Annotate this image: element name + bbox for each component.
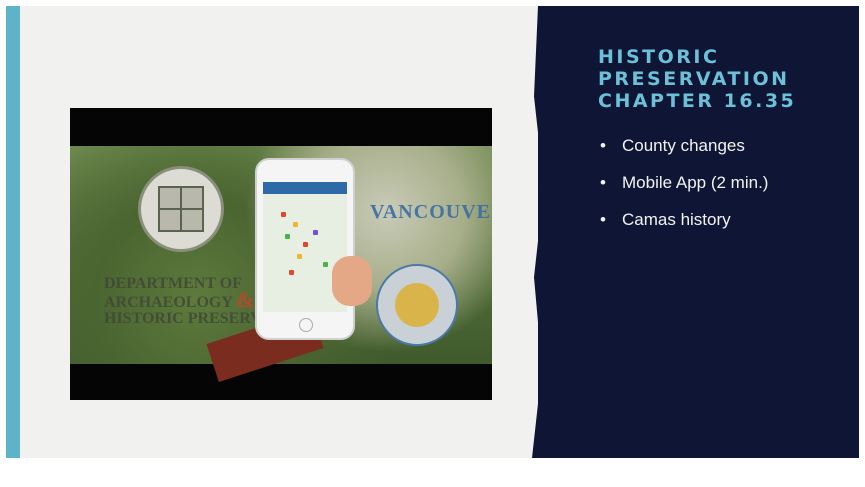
accent-bar <box>6 6 20 458</box>
slide: DEPARTMENT OF ARCHAEOLOGY & HISTORIC PRE… <box>6 6 859 458</box>
phone-graphic <box>255 158 355 340</box>
historic-commission-seal <box>138 166 224 252</box>
bullet-list: County changes Mobile App (2 min.) Camas… <box>598 136 768 247</box>
video-frame: DEPARTMENT OF ARCHAEOLOGY & HISTORIC PRE… <box>70 146 492 383</box>
bullet-item: Mobile App (2 min.) <box>598 173 768 193</box>
hand-graphic <box>332 256 372 306</box>
content-panel: HISTORIC PRESERVATION CHAPTER 16.35 Coun… <box>538 6 859 458</box>
bullet-item: Camas history <box>598 210 768 230</box>
video-thumbnail[interactable]: DEPARTMENT OF ARCHAEOLOGY & HISTORIC PRE… <box>70 108 492 400</box>
bullet-item: County changes <box>598 136 768 156</box>
slide-title: HISTORIC PRESERVATION CHAPTER 16.35 <box>598 46 797 112</box>
county-seal <box>376 264 458 346</box>
vancouver-logo-text: VANCOUVER <box>370 201 492 223</box>
